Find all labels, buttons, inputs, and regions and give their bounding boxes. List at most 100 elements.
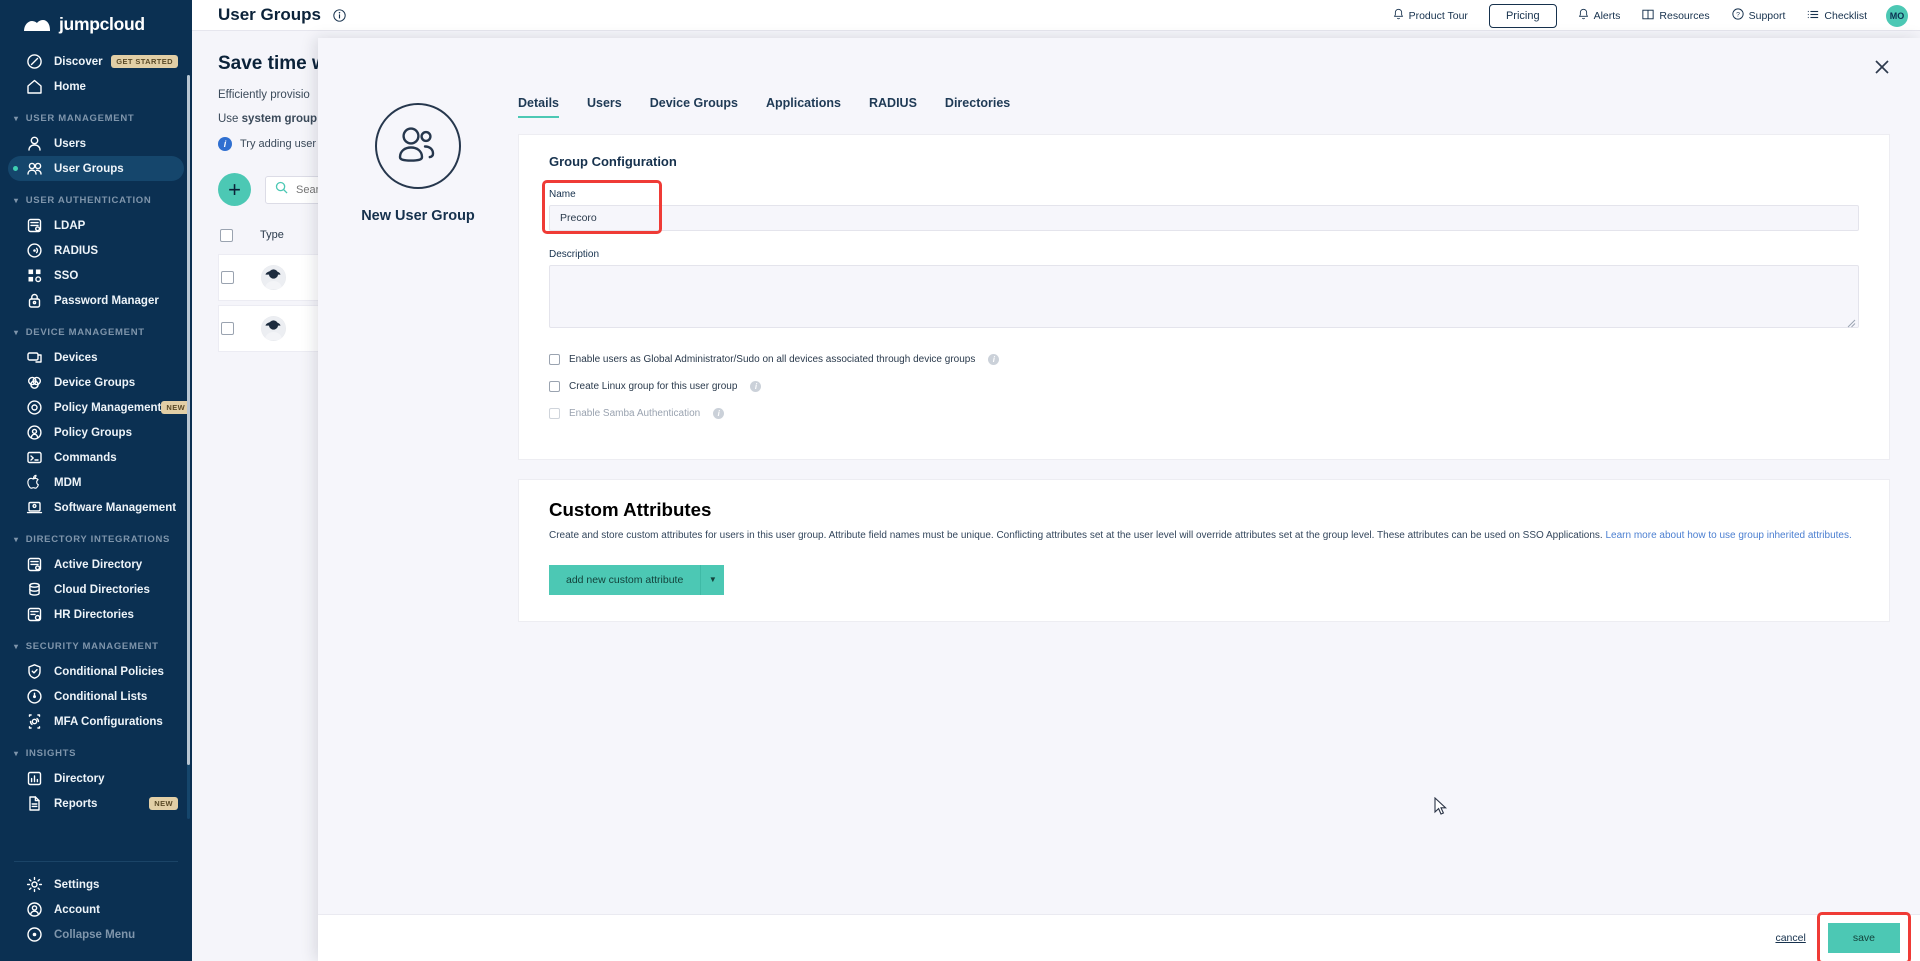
info-icon[interactable]: i bbox=[750, 381, 762, 392]
checkbox bbox=[549, 408, 560, 419]
sidebar-item-home[interactable]: Home bbox=[8, 74, 184, 99]
sidebar-item-label: HR Directories bbox=[54, 608, 134, 621]
sidebar-item-policy-management[interactable]: Policy Management NEW bbox=[8, 395, 191, 420]
info-icon[interactable]: i bbox=[713, 408, 725, 419]
sidebar-section-label: SECURITY MANAGEMENT bbox=[25, 641, 159, 652]
sidebar-section-user-authentication[interactable]: ▾ USER AUTHENTICATION bbox=[0, 181, 192, 213]
sidebar-item-mdm[interactable]: MDM bbox=[8, 470, 184, 495]
sidebar-item-label: MDM bbox=[54, 476, 82, 489]
modal-identity-panel: New User Group bbox=[318, 38, 518, 914]
checkbox-row-2[interactable]: Enable Samba Authentication i bbox=[549, 408, 1859, 419]
sidebar-scrollbar-thumb[interactable] bbox=[187, 75, 190, 765]
tab-applications[interactable]: Applications bbox=[766, 96, 841, 118]
row-checkbox[interactable] bbox=[221, 271, 234, 284]
sidebar-item-label: Commands bbox=[54, 451, 117, 464]
document-icon bbox=[26, 795, 43, 812]
sidebar-item-device-groups[interactable]: Device Groups bbox=[8, 370, 184, 395]
sidebar-item-software-management[interactable]: Software Management bbox=[8, 495, 184, 520]
brand-name: jumpcloud bbox=[59, 14, 145, 34]
sidebar-item-commands[interactable]: Commands bbox=[8, 445, 184, 470]
sidebar-section-security-management[interactable]: ▾ SECURITY MANAGEMENT bbox=[0, 627, 192, 659]
caret-down-icon[interactable]: ▼ bbox=[700, 564, 725, 595]
sidebar-item-password-manager[interactable]: Password Manager bbox=[8, 288, 184, 313]
user-group-avatar bbox=[261, 265, 286, 290]
brand-logo-area[interactable]: jumpcloud bbox=[0, 0, 192, 49]
top-bar: User Groups Product Tour Pricing Alerts … bbox=[192, 0, 1920, 31]
support-button[interactable]: ? Support bbox=[1721, 8, 1797, 23]
info-icon[interactable]: i bbox=[988, 354, 1000, 365]
sidebar-item-sso[interactable]: SSO bbox=[8, 263, 184, 288]
sidebar-item-mfa-configurations[interactable]: MFA Configurations bbox=[8, 709, 184, 734]
checkbox[interactable] bbox=[549, 354, 560, 365]
tab-users[interactable]: Users bbox=[587, 96, 622, 118]
sidebar-item-settings[interactable]: Settings bbox=[8, 872, 184, 897]
sidebar-item-label: LDAP bbox=[54, 219, 86, 232]
sidebar-item-user-groups[interactable]: User Groups bbox=[8, 156, 184, 181]
sidebar-item-radius[interactable]: RADIUS bbox=[8, 238, 184, 263]
product-tour-button[interactable]: Product Tour bbox=[1382, 8, 1479, 23]
sidebar-item-conditional-policies[interactable]: Conditional Policies bbox=[8, 659, 184, 684]
radius-signal-icon bbox=[26, 242, 43, 259]
add-new-custom-attribute-button[interactable]: add new custom attribute bbox=[549, 564, 701, 595]
group-configuration-card: Group Configuration Name Description bbox=[518, 134, 1890, 460]
add-custom-attribute-split-button: add new custom attribute ▼ bbox=[549, 564, 725, 595]
tab-radius[interactable]: RADIUS bbox=[869, 96, 917, 118]
user-group-avatar bbox=[261, 316, 286, 341]
sidebar-item-directory[interactable]: Directory bbox=[8, 766, 184, 791]
sidebar-section-user-management[interactable]: ▾ USER MANAGEMENT bbox=[0, 99, 192, 131]
cancel-button[interactable]: cancel bbox=[1775, 932, 1805, 944]
sidebar-item-cloud-directories[interactable]: Cloud Directories bbox=[8, 577, 184, 602]
close-icon[interactable] bbox=[1872, 57, 1892, 77]
name-input[interactable] bbox=[549, 205, 1859, 231]
sidebar-item-label: Cloud Directories bbox=[54, 583, 150, 596]
add-user-group-button[interactable]: + bbox=[218, 173, 251, 206]
sidebar-item-badge: NEW bbox=[149, 797, 178, 810]
shield-icon bbox=[26, 663, 43, 680]
sidebar-item-reports[interactable]: Reports NEW bbox=[8, 791, 184, 816]
tab-directories[interactable]: Directories bbox=[945, 96, 1010, 118]
tab-device-groups[interactable]: Device Groups bbox=[650, 96, 738, 118]
user-icon bbox=[26, 135, 43, 152]
sidebar-section-insights[interactable]: ▾ INSIGHTS bbox=[0, 734, 192, 766]
checkbox[interactable] bbox=[549, 381, 560, 392]
description-input[interactable] bbox=[549, 265, 1859, 328]
sidebar-item-users[interactable]: Users bbox=[8, 131, 184, 156]
sidebar-item-active-directory[interactable]: Active Directory bbox=[8, 552, 184, 577]
pricing-button[interactable]: Pricing bbox=[1488, 3, 1557, 28]
active-indicator-dot bbox=[13, 166, 18, 171]
alerts-button[interactable]: Alerts bbox=[1567, 8, 1632, 23]
sidebar-divider bbox=[14, 861, 178, 862]
sidebar-section-directory-integrations[interactable]: ▾ DIRECTORY INTEGRATIONS bbox=[0, 520, 192, 552]
sidebar-item-label: Account bbox=[54, 903, 100, 916]
sidebar-item-policy-groups[interactable]: Policy Groups bbox=[8, 420, 184, 445]
select-all-checkbox[interactable] bbox=[220, 228, 233, 242]
resize-handle-icon[interactable] bbox=[1846, 315, 1856, 328]
sidebar-item-discover[interactable]: Discover GET STARTED bbox=[8, 49, 184, 74]
info-icon: i bbox=[218, 137, 232, 151]
server-icon bbox=[26, 217, 43, 234]
sidebar-item-label: Reports bbox=[54, 797, 98, 810]
avatar[interactable]: MO bbox=[1886, 4, 1908, 27]
sidebar-item-account[interactable]: Account bbox=[8, 897, 184, 922]
sidebar-section-device-management[interactable]: ▾ DEVICE MANAGEMENT bbox=[0, 313, 192, 345]
group-inherited-attributes-link[interactable]: Learn more about how to use group inheri… bbox=[1606, 530, 1852, 541]
save-button[interactable]: save bbox=[1827, 923, 1900, 953]
monitor-icon bbox=[26, 349, 43, 366]
sidebar-item-conditional-lists[interactable]: Conditional Lists bbox=[8, 684, 184, 709]
sidebar-item-collapse-menu[interactable]: Collapse Menu bbox=[8, 922, 184, 947]
sidebar-item-hr-directories[interactable]: HR Directories bbox=[8, 602, 184, 627]
question-circle-icon: ? bbox=[1731, 8, 1744, 23]
info-circle-icon[interactable] bbox=[333, 8, 346, 22]
sidebar-item-ldap[interactable]: LDAP bbox=[8, 213, 184, 238]
checkbox-row-1[interactable]: Create Linux group for this user group i bbox=[549, 381, 1859, 392]
tab-details[interactable]: Details bbox=[518, 96, 559, 118]
sidebar-item-label: Device Groups bbox=[54, 376, 136, 389]
resources-button[interactable]: Resources bbox=[1631, 9, 1720, 23]
checklist-button[interactable]: Checklist bbox=[1796, 9, 1878, 23]
checkbox-row-0[interactable]: Enable users as Global Administrator/Sud… bbox=[549, 354, 1859, 365]
sidebar-item-devices[interactable]: Devices bbox=[8, 345, 184, 370]
sidebar-item-badge: NEW bbox=[161, 401, 191, 414]
row-checkbox[interactable] bbox=[221, 322, 234, 335]
apple-icon bbox=[26, 474, 43, 491]
sidebar-item-label: Password Manager bbox=[54, 294, 159, 307]
